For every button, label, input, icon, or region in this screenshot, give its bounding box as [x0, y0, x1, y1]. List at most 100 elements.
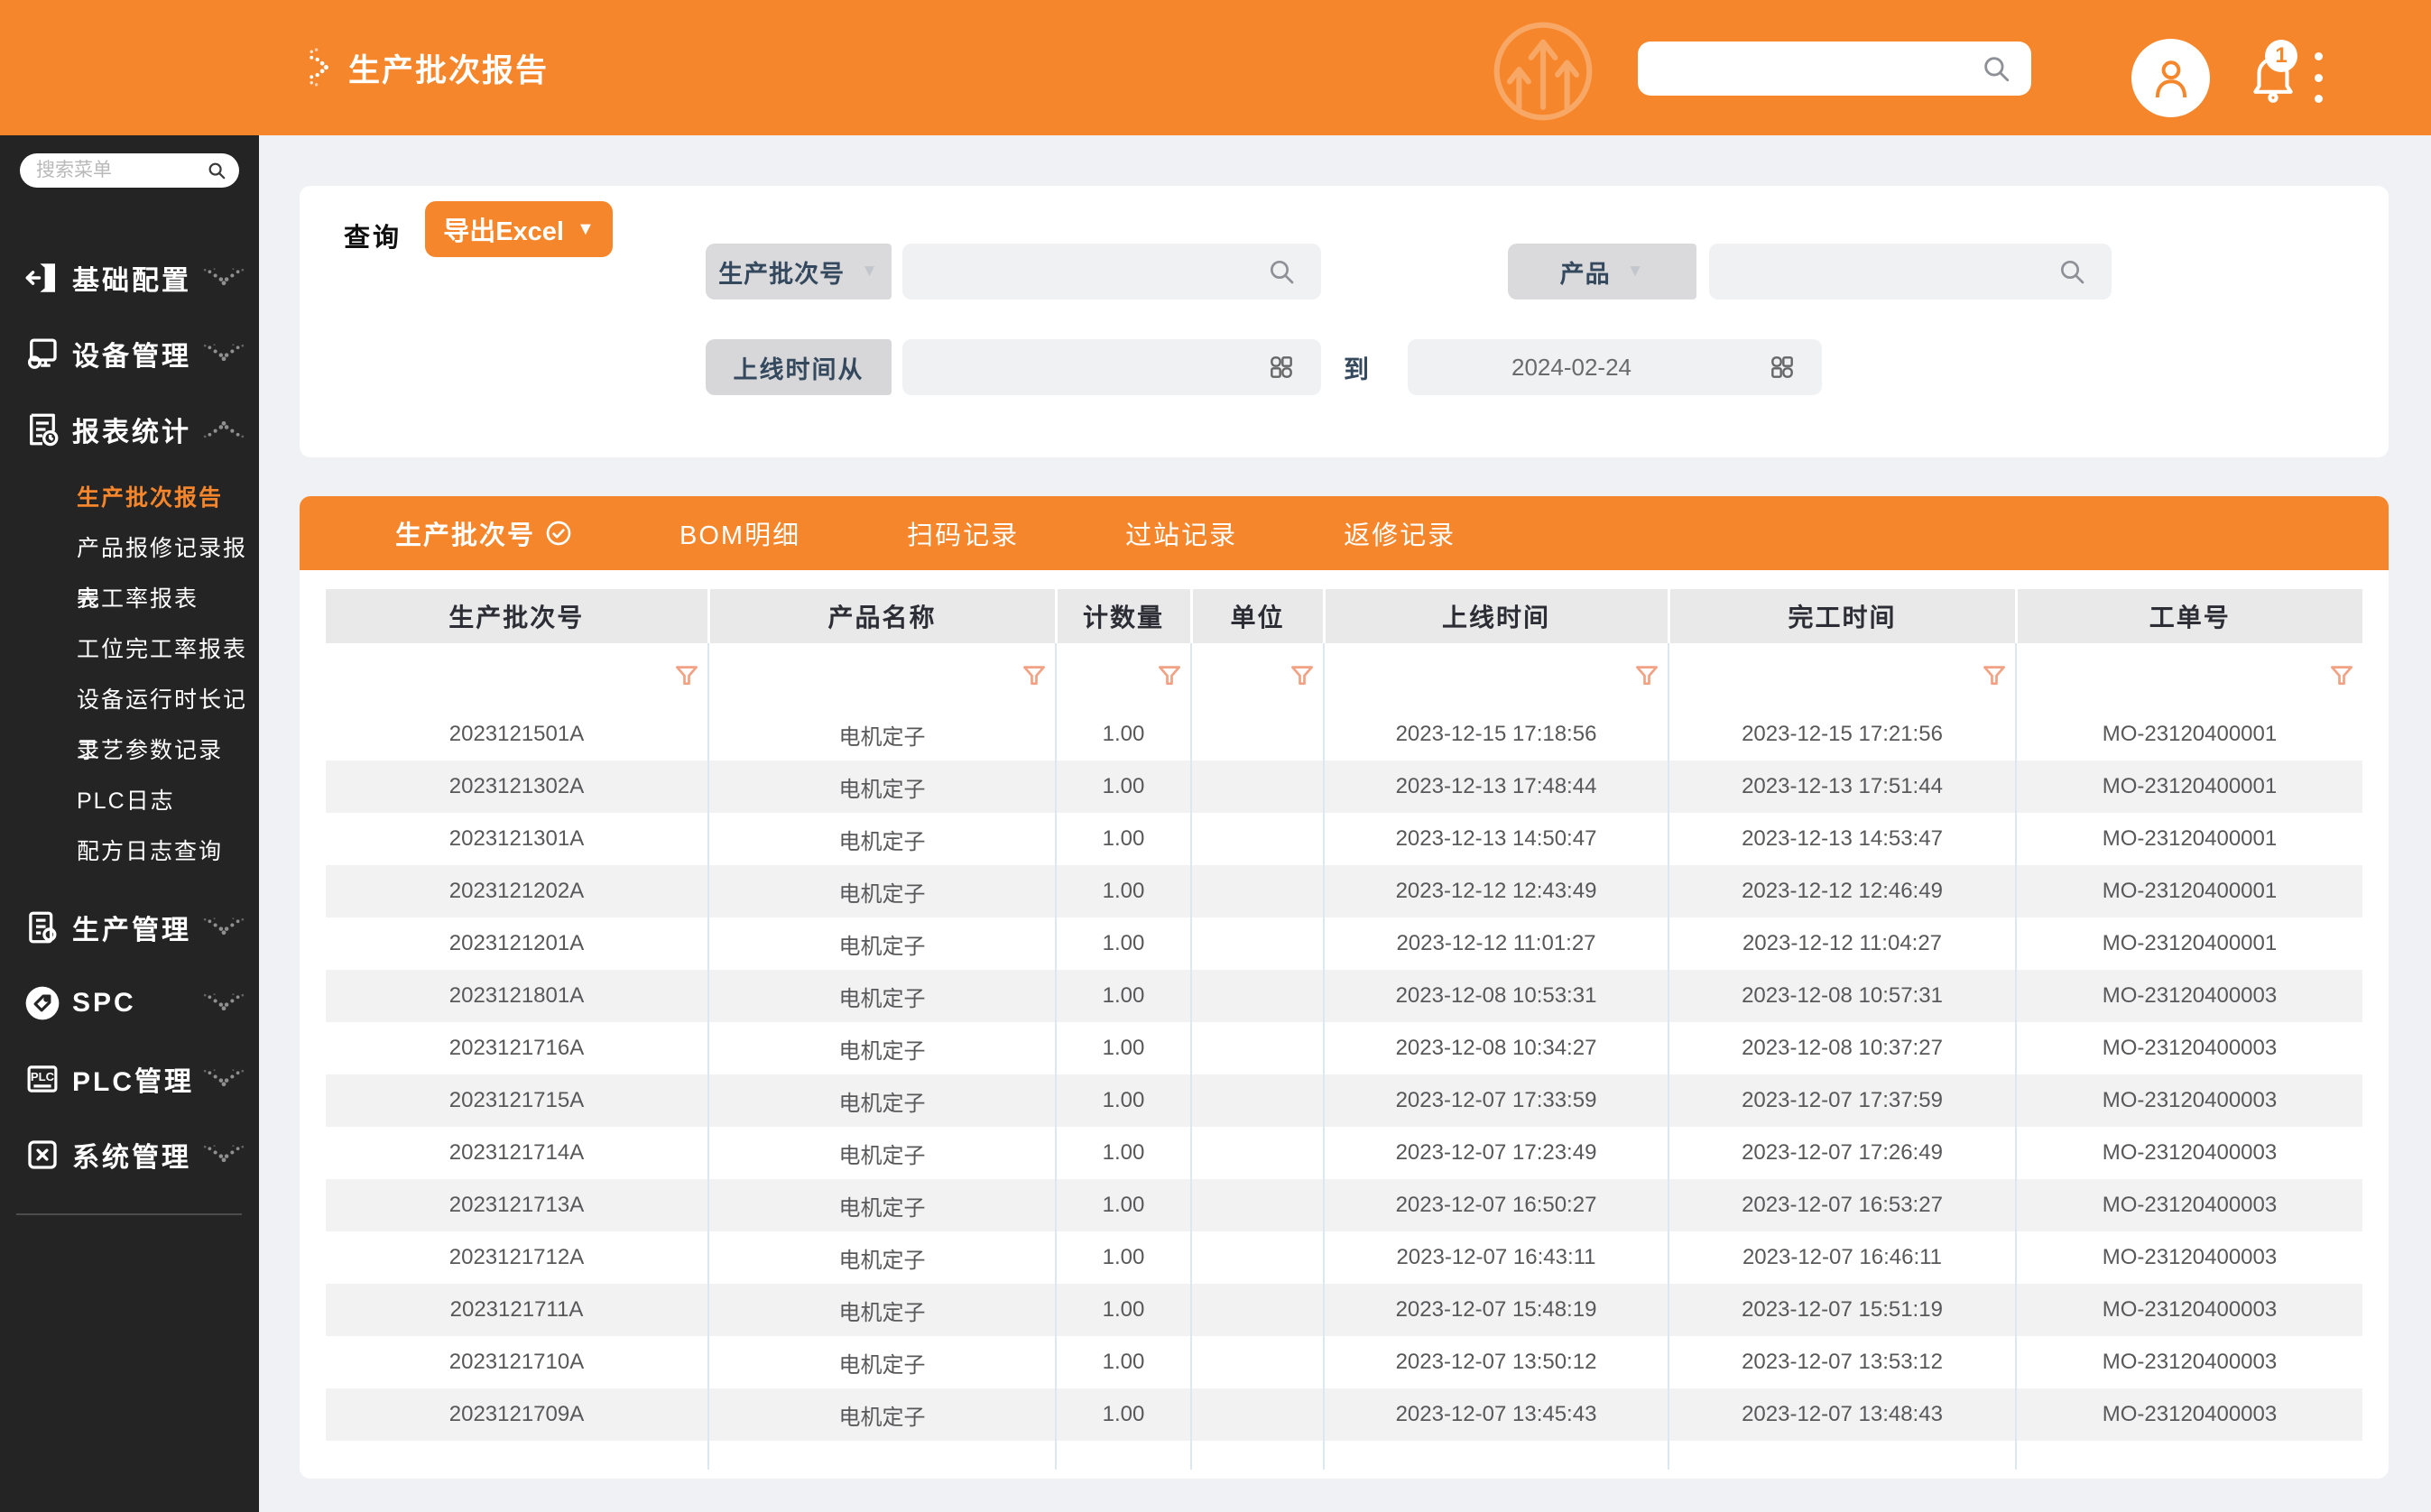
search-icon[interactable] — [1267, 257, 1296, 286]
table-row[interactable]: 2023121801A电机定子1.002023-12-08 10:53:3120… — [326, 970, 2362, 1022]
table-row[interactable]: 2023121712A电机定子1.002023-12-07 16:43:1120… — [326, 1231, 2362, 1284]
filter-funnel-icon[interactable] — [1021, 662, 1048, 689]
table-row[interactable]: 2023121202A电机定子1.002023-12-12 12:43:4920… — [326, 865, 2362, 917]
door-exit-icon — [23, 259, 61, 297]
topbar: 生产批次报告 1 — [0, 0, 2431, 135]
filter-funnel-icon[interactable] — [2328, 662, 2355, 689]
column-header[interactable]: 上线时间 — [1324, 589, 1668, 643]
sidebar-item-production-mgmt[interactable]: 生产管理 — [0, 890, 259, 965]
date-from-input[interactable] — [902, 354, 1321, 382]
product-search-box — [1709, 244, 2112, 300]
user-avatar[interactable] — [2131, 39, 2210, 117]
table-row[interactable]: 2023121301A电机定子1.002023-12-13 14:50:4720… — [326, 813, 2362, 865]
chevron-down-icon: ▼ — [1627, 262, 1645, 281]
column-header[interactable]: 生产批次号 — [326, 589, 708, 643]
date-to-box — [1408, 339, 1822, 395]
sidebar-subitem[interactable]: 产品报修记录报表 — [0, 523, 259, 574]
filter-panel: 查询 导出Excel ▼ 生产批次号 ▼ — [300, 186, 2389, 457]
table-row[interactable]: 2023121710A电机定子1.002023-12-07 13:50:1220… — [326, 1336, 2362, 1388]
global-search-input[interactable] — [1638, 55, 1981, 83]
table-row[interactable]: 2023121713A电机定子1.002023-12-07 16:50:2720… — [326, 1179, 2362, 1231]
query-label: 查询 — [344, 217, 402, 254]
time-from-label-button[interactable]: 上线时间从 — [706, 339, 892, 395]
calendar-grid-icon[interactable] — [1768, 353, 1797, 382]
date-to-input[interactable] — [1408, 354, 1822, 382]
tab-返修记录[interactable]: 返修记录 — [1344, 514, 1456, 552]
table-row[interactable]: 2023121201A电机定子1.002023-12-12 11:01:2720… — [326, 917, 2362, 970]
filter-funnel-icon[interactable] — [1156, 662, 1183, 689]
table-body: 2023121501A电机定子1.002023-12-15 17:18:5620… — [326, 643, 2362, 1470]
filter-funnel-icon[interactable] — [1981, 662, 2008, 689]
calendar-grid-icon[interactable] — [1267, 353, 1296, 382]
table-row[interactable]: 2023121715A电机定子1.002023-12-07 17:33:5920… — [326, 1074, 2362, 1127]
tab-扫码记录[interactable]: 扫码记录 — [907, 514, 1019, 552]
sidebar-item-system-mgmt[interactable]: 系统管理 — [0, 1117, 259, 1193]
sidebar-item-base-config[interactable]: 基础配置 — [0, 240, 259, 316]
table-row[interactable]: 2023121716A电机定子1.002023-12-08 10:34:2720… — [326, 1022, 2362, 1074]
page-title: 生产批次报告 — [348, 45, 549, 91]
plc-box-icon: PLC — [23, 1060, 61, 1098]
tab-过站记录[interactable]: 过站记录 — [1125, 514, 1237, 552]
table-row[interactable]: 2023121709A电机定子1.002023-12-07 13:45:4320… — [326, 1388, 2362, 1441]
sidebar: 基础配置设备管理报表统计生产批次报告产品报修记录报表完工率报表工位完工率报表设备… — [0, 135, 259, 1512]
chevron-down-icon: ▼ — [577, 219, 595, 240]
dotted-arrow-icon — [309, 48, 334, 88]
search-icon[interactable] — [1981, 53, 2011, 84]
submenu-report-stats: 生产批次报告产品报修记录报表完工率报表工位完工率报表设备运行时长记录工艺参数记录… — [0, 473, 259, 877]
filter-funnel-icon[interactable] — [1289, 662, 1316, 689]
column-header[interactable]: 计数量 — [1056, 589, 1191, 643]
sidebar-subitem[interactable]: 工艺参数记录 — [0, 725, 259, 776]
table-tail-row — [326, 1441, 2362, 1470]
person-icon — [2146, 53, 2196, 104]
sidebar-item-device-mgmt[interactable]: 设备管理 — [0, 316, 259, 392]
circle-check-icon — [544, 519, 573, 548]
sidebar-item-plc-mgmt[interactable]: PLCPLC管理 — [0, 1041, 259, 1117]
column-header[interactable]: 完工时间 — [1668, 589, 2016, 643]
notification-badge: 1 — [2265, 40, 2297, 72]
date-from-box — [902, 339, 1321, 395]
dotted-chevron-down-icon — [201, 1066, 246, 1092]
system-box-icon — [23, 1136, 61, 1174]
monitor-gear-icon — [23, 335, 61, 373]
sidebar-menu: 基础配置设备管理报表统计生产批次报告产品报修记录报表完工率报表工位完工率报表设备… — [0, 240, 259, 1193]
tabbar: 生产批次号 BOM明细 扫码记录 过站记录 返修记录 — [300, 496, 2389, 570]
dotted-chevron-up-icon — [201, 417, 246, 442]
sidebar-item-report-stats[interactable]: 报表统计 — [0, 392, 259, 467]
column-header[interactable]: 单位 — [1191, 589, 1324, 643]
chevron-down-icon: ▼ — [861, 262, 879, 281]
tab-生产批次号[interactable]: 生产批次号 — [395, 514, 573, 552]
dotted-chevron-down-icon — [201, 1142, 246, 1167]
table-row[interactable]: 2023121501A电机定子1.002023-12-15 17:18:5620… — [326, 708, 2362, 761]
column-filter-row — [326, 643, 2362, 708]
sidebar-subitem[interactable]: 完工率报表 — [0, 574, 259, 624]
report-panel: 生产批次号BOM明细扫码记录过站记录返修记录 生产批次号产品名称计数量单位上线时… — [300, 496, 2389, 1479]
batch-search-input[interactable] — [902, 258, 1321, 286]
sidebar-subitem[interactable]: 配方日志查询 — [0, 826, 259, 877]
product-search-input[interactable] — [1709, 258, 2112, 286]
column-header[interactable]: 工单号 — [2016, 589, 2362, 643]
filter-funnel-icon[interactable] — [673, 662, 700, 689]
sidebar-divider — [16, 1213, 242, 1215]
search-icon[interactable] — [207, 161, 226, 180]
column-header[interactable]: 产品名称 — [708, 589, 1056, 643]
global-search — [1638, 41, 2031, 96]
dotted-chevron-down-icon — [201, 265, 246, 290]
more-options-icon[interactable] — [2312, 52, 2325, 103]
table-row[interactable]: 2023121711A电机定子1.002023-12-07 15:48:1920… — [326, 1284, 2362, 1336]
table-row[interactable]: 2023121302A电机定子1.002023-12-13 17:48:4420… — [326, 761, 2362, 813]
product-field-dropdown[interactable]: 产品 ▼ — [1508, 244, 1696, 300]
dotted-chevron-down-icon — [201, 915, 246, 940]
menu-search-input[interactable] — [36, 160, 207, 181]
tab-BOM明细[interactable]: BOM明细 — [679, 514, 800, 552]
sidebar-item-spc[interactable]: SPC — [0, 965, 259, 1041]
export-excel-button[interactable]: 导出Excel ▼ — [425, 201, 613, 257]
sidebar-subitem[interactable]: PLC日志 — [0, 776, 259, 826]
sidebar-subitem[interactable]: 设备运行时长记录 — [0, 675, 259, 725]
tag-circle-icon — [23, 984, 61, 1022]
batch-field-dropdown[interactable]: 生产批次号 ▼ — [706, 244, 892, 300]
search-icon[interactable] — [2057, 257, 2086, 286]
sidebar-subitem[interactable]: 工位完工率报表 — [0, 624, 259, 675]
sidebar-subitem[interactable]: 生产批次报告 — [0, 473, 259, 523]
table-row[interactable]: 2023121714A电机定子1.002023-12-07 17:23:4920… — [326, 1127, 2362, 1179]
filter-funnel-icon[interactable] — [1633, 662, 1660, 689]
